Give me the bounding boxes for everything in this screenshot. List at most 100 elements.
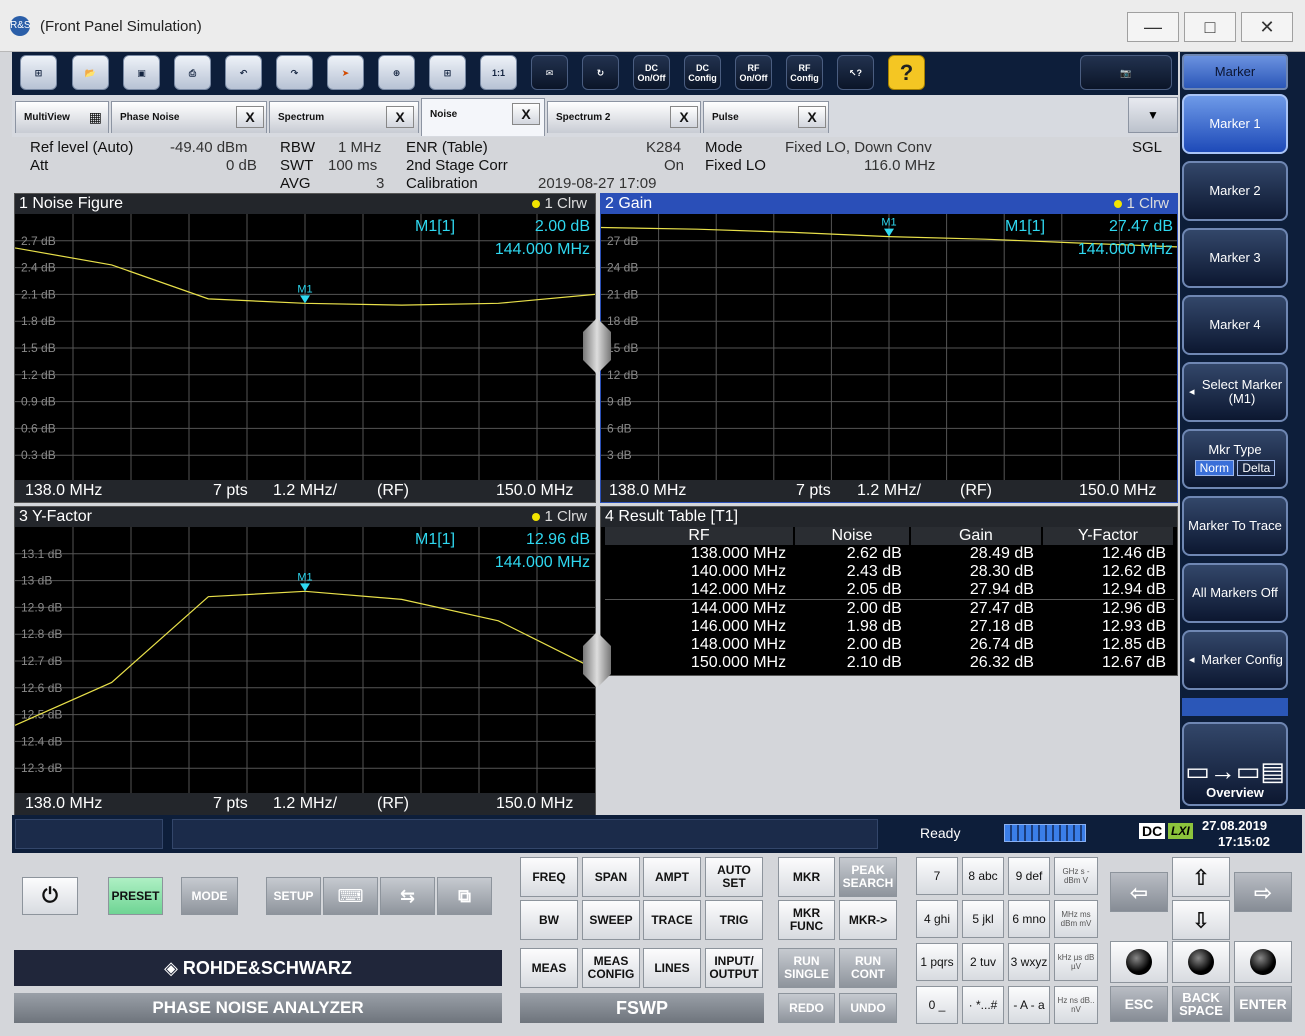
hardkey-sweep[interactable]: SWEEP <box>582 900 640 940</box>
marker-type-softkey[interactable]: Mkr Type Norm Delta <box>1182 429 1288 489</box>
tab-menu-button[interactable]: ▼ <box>1128 97 1178 133</box>
tab-close-icon[interactable]: X <box>670 106 698 128</box>
window-toggle-button[interactable]: ⇆ <box>380 877 435 915</box>
power-button[interactable]: ⏻ <box>22 877 78 915</box>
unit-key[interactable]: MHz ms dBm mV <box>1054 900 1098 938</box>
arrow-up-key[interactable]: ⇧ <box>1172 857 1230 897</box>
keyboard-button[interactable]: ⌨ <box>323 877 378 915</box>
hardkey-trace[interactable]: TRACE <box>643 900 701 940</box>
numpad-key[interactable]: · *...# <box>962 986 1004 1024</box>
arrow-left-key[interactable]: ⇦ <box>1110 872 1168 912</box>
hardkey-input-output[interactable]: INPUT/ OUTPUT <box>705 948 763 988</box>
save-icon[interactable]: ▣ <box>123 55 160 90</box>
hardkey-freq[interactable]: FREQ <box>520 857 578 897</box>
y-factor-window[interactable]: 3 Y-Factor 1 Clrw 13.1 dB 13 dB 12.9 dB 12.8… <box>14 506 596 816</box>
hardkey-meas[interactable]: MEAS <box>520 948 578 988</box>
numpad-key[interactable]: 8 abc <box>962 857 1004 895</box>
select-marker-softkey[interactable]: ◂ Select Marker (M1) <box>1182 362 1288 422</box>
hardkey-trig[interactable]: TRIG <box>705 900 763 940</box>
result-table-window[interactable]: 4 Result Table [T1] RF Noise Gain Y-Factor … <box>600 506 1178 676</box>
windows-start-icon[interactable]: ⊞ <box>20 55 57 90</box>
all-markers-off-softkey[interactable]: All Markers Off <box>1182 563 1288 623</box>
dc-onoff-button[interactable]: DC On/Off <box>633 55 670 90</box>
numpad-key[interactable]: 0 _ <box>916 986 958 1024</box>
hardkey-bw[interactable]: BW <box>520 900 578 940</box>
multi-zoom-icon[interactable]: ⊞ <box>429 55 466 90</box>
zoom-in-icon[interactable]: ⊕ <box>378 55 415 90</box>
preset-button[interactable]: PRESET <box>108 877 163 915</box>
numpad-key[interactable]: 7 <box>916 857 958 895</box>
marker-3-softkey[interactable]: Marker 3 <box>1182 228 1288 288</box>
minimize-button[interactable]: — <box>1127 12 1179 42</box>
tab-multiview[interactable]: MultiView ▦ <box>15 101 109 133</box>
unit-key[interactable]: GHz s -dBm V <box>1054 857 1098 895</box>
print-icon[interactable]: ⎙ <box>174 55 211 90</box>
hardkey-lines[interactable]: LINES <box>643 948 701 988</box>
mode-button[interactable]: MODE <box>181 877 238 915</box>
context-help-icon[interactable]: ↖? <box>837 55 874 90</box>
mkr-to-key[interactable]: MKR-> <box>839 900 897 940</box>
numpad-key[interactable]: 1 pqrs <box>916 943 958 981</box>
noise-figure-window[interactable]: 1 Noise Figure 1 Clrw 2.7 dB 2.4 dB 2.1 dB 1… <box>14 193 596 503</box>
rf-config-button[interactable]: RF Config <box>786 55 823 90</box>
run-single-key[interactable]: RUN SINGLE <box>778 948 835 988</box>
tab-spectrum[interactable]: Spectrum X <box>269 101 419 133</box>
mkr-key[interactable]: MKR <box>778 857 835 897</box>
display-config-icon[interactable]: ✉ <box>531 55 568 90</box>
tab-close-icon[interactable]: X <box>798 106 826 128</box>
numpad-key[interactable]: 6 mno <box>1008 900 1050 938</box>
marker-2-softkey[interactable]: Marker 2 <box>1182 161 1288 221</box>
undo-key[interactable]: UNDO <box>839 993 897 1023</box>
zoom-reset-icon[interactable]: 1:1 <box>480 55 517 90</box>
marker-config-softkey[interactable]: ◂ Marker Config <box>1182 630 1288 690</box>
run-cont-key[interactable]: RUN CONT <box>839 948 897 988</box>
numpad-key[interactable]: 3 wxyz <box>1008 943 1050 981</box>
window-layout-button[interactable]: ⧉ <box>437 877 492 915</box>
tab-close-icon[interactable]: X <box>512 103 540 125</box>
marker-to-trace-softkey[interactable]: Marker To Trace <box>1182 496 1288 556</box>
numpad-key[interactable]: 5 jkl <box>962 900 1004 938</box>
tab-spectrum-2[interactable]: Spectrum 2 X <box>547 101 701 133</box>
rotary-knob-center[interactable] <box>1172 941 1230 983</box>
numpad-key[interactable]: - A - a <box>1008 986 1050 1024</box>
undo-icon[interactable]: ↶ <box>225 55 262 90</box>
hardkey-span[interactable]: SPAN <box>582 857 640 897</box>
screenshot-camera-icon[interactable]: 📷 <box>1080 55 1172 90</box>
hardkey-ampt[interactable]: AMPT <box>643 857 701 897</box>
tab-close-icon[interactable]: X <box>236 106 264 128</box>
tab-noise[interactable]: Noise X <box>421 98 545 136</box>
unit-key[interactable]: kHz µs dB µV <box>1054 943 1098 981</box>
rotary-knob-right[interactable] <box>1234 941 1292 983</box>
open-folder-icon[interactable]: 📂 <box>72 55 109 90</box>
redo-key[interactable]: REDO <box>778 993 835 1023</box>
rotary-knob-left[interactable] <box>1110 941 1168 983</box>
mkr-func-key[interactable]: MKR FUNC <box>778 900 835 940</box>
backspace-key[interactable]: BACK SPACE <box>1172 986 1230 1022</box>
hardkey-meas-config[interactable]: MEAS CONFIG <box>582 948 640 988</box>
marker-4-softkey[interactable]: Marker 4 <box>1182 295 1288 355</box>
enter-key[interactable]: ENTER <box>1234 986 1292 1022</box>
arrow-down-key[interactable]: ⇩ <box>1172 900 1230 940</box>
tab-close-icon[interactable]: X <box>386 106 414 128</box>
close-button[interactable]: ✕ <box>1241 12 1293 42</box>
delta-option[interactable]: Delta <box>1237 460 1276 476</box>
sequencer-icon[interactable]: ↻ <box>582 55 619 90</box>
hardkey-auto-set[interactable]: AUTO SET <box>705 857 763 897</box>
tab-phase-noise[interactable]: Phase Noise X <box>111 101 267 133</box>
esc-key[interactable]: ESC <box>1110 986 1168 1022</box>
tab-pulse[interactable]: Pulse X <box>703 101 829 133</box>
arrow-right-key[interactable]: ⇨ <box>1234 872 1292 912</box>
norm-option[interactable]: Norm <box>1194 460 1234 476</box>
overview-softkey[interactable]: ▭→▭▤ Overview <box>1182 722 1288 806</box>
gain-window[interactable]: 2 Gain 1 Clrw 27 dB 24 dB 21 dB 18 dB 15 dB 12… <box>600 193 1178 503</box>
help-button[interactable]: ? <box>888 55 925 90</box>
numpad-key[interactable]: 9 def <box>1008 857 1050 895</box>
maximize-button[interactable]: □ <box>1184 12 1236 42</box>
dc-config-button[interactable]: DC Config <box>684 55 721 90</box>
peak-search-key[interactable]: PEAK SEARCH <box>839 857 897 897</box>
numpad-key[interactable]: 2 tuv <box>962 943 1004 981</box>
rf-onoff-button[interactable]: RF On/Off <box>735 55 772 90</box>
redo-icon[interactable]: ↷ <box>276 55 313 90</box>
setup-button[interactable]: SETUP <box>266 877 321 915</box>
channel-settings[interactable]: Ref level (Auto) -49.40 dBm Att 0 dB RBW… <box>12 137 1178 193</box>
